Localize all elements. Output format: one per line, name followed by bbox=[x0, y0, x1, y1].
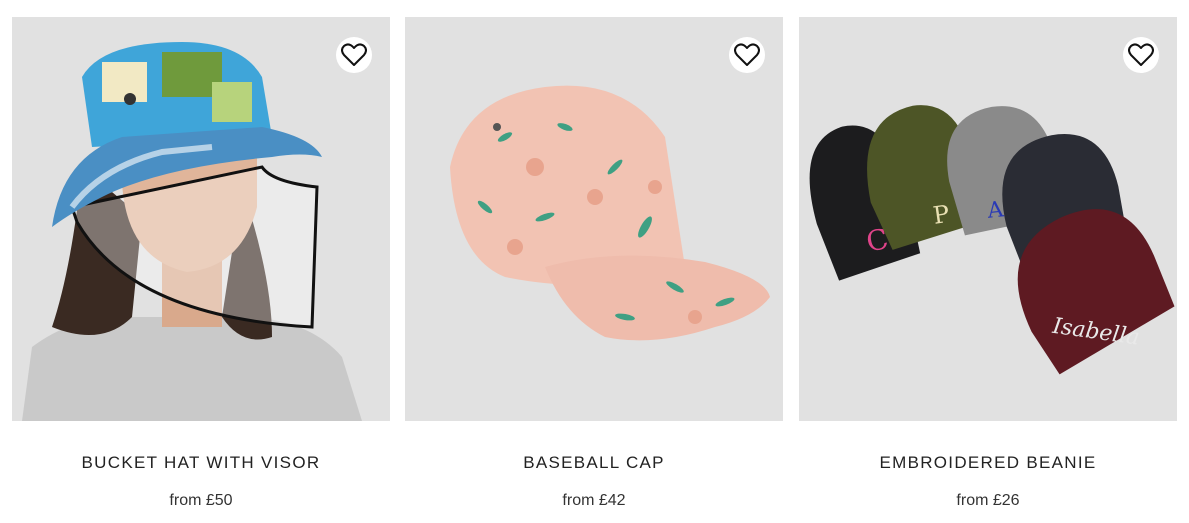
product-title[interactable]: BASEBALL CAP bbox=[405, 453, 783, 473]
product-price: from £42 bbox=[562, 492, 626, 509]
heart-outline-icon bbox=[734, 43, 760, 66]
product-price: from £50 bbox=[169, 492, 233, 509]
heart-outline-icon bbox=[1128, 43, 1154, 66]
favorite-button[interactable] bbox=[1123, 37, 1159, 73]
heart-outline-icon bbox=[341, 43, 367, 66]
product-image-embroidered-beanie[interactable]: C P A A Isabella bbox=[799, 17, 1177, 421]
product-title[interactable]: EMBROIDERED BEANIE bbox=[799, 453, 1177, 473]
product-card-embroidered-beanie[interactable]: C P A A Isabella bbox=[799, 17, 1177, 523]
favorite-button[interactable] bbox=[336, 37, 372, 73]
product-title[interactable]: BUCKET HAT WITH VISOR bbox=[12, 453, 390, 473]
product-price: from £26 bbox=[956, 492, 1020, 509]
product-image-baseball-cap[interactable] bbox=[405, 17, 783, 421]
product-card-bucket-hat[interactable]: BUCKET HAT WITH VISOR from £50 bbox=[12, 17, 390, 523]
favorite-button[interactable] bbox=[729, 37, 765, 73]
product-image-bucket-hat[interactable] bbox=[12, 17, 390, 421]
product-card-baseball-cap[interactable]: BASEBALL CAP from £42 bbox=[405, 17, 783, 523]
